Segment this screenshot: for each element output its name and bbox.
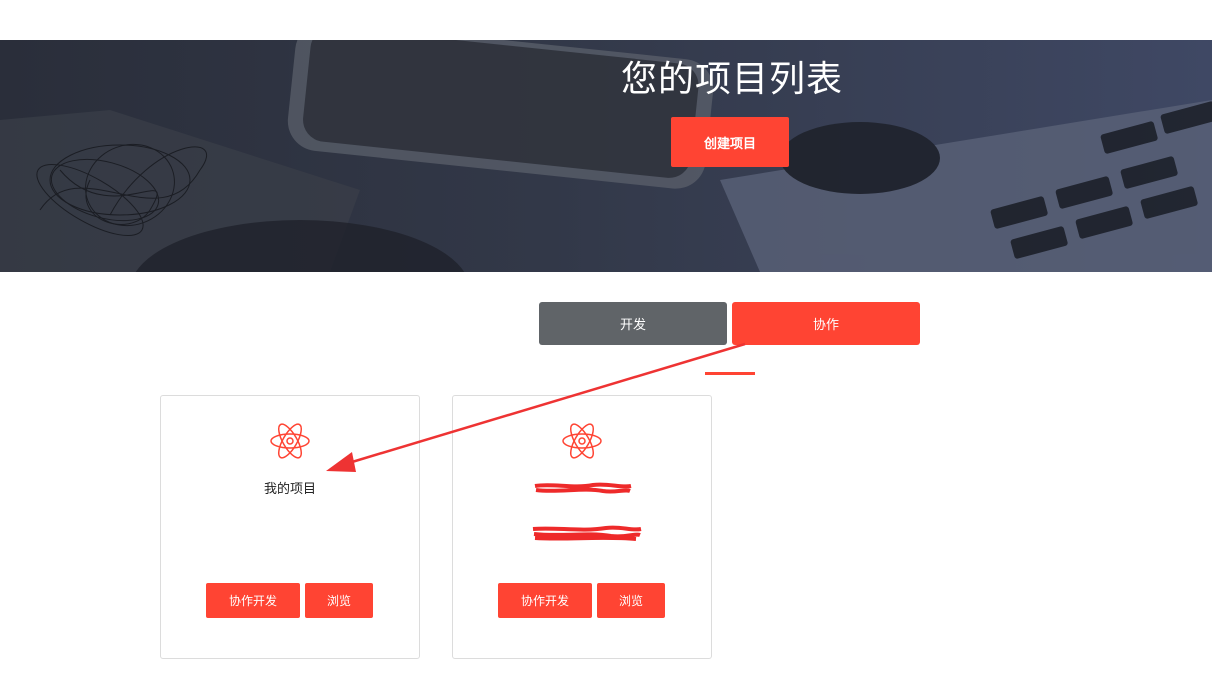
project-name: 我的项目 xyxy=(263,482,316,497)
page-title: 您的项目列表 xyxy=(621,59,844,100)
tab-collaborate[interactable]: 协作 xyxy=(732,302,920,345)
browse-button[interactable]: 浏览 xyxy=(305,583,373,618)
project-card: 我的项目 协作开发 浏览 xyxy=(160,395,420,659)
redacted-project-description xyxy=(532,525,642,541)
active-tab-indicator xyxy=(705,372,755,375)
hero-banner: 您的项目列表 创建项目 xyxy=(0,40,1212,272)
collaborate-develop-button[interactable]: 协作开发 xyxy=(498,583,592,618)
collaborate-develop-button[interactable]: 协作开发 xyxy=(206,583,300,618)
atom-icon xyxy=(270,423,310,459)
atom-icon xyxy=(562,423,602,459)
tab-develop[interactable]: 开发 xyxy=(539,302,727,345)
hero-background-image xyxy=(0,40,1212,272)
page: 您的项目列表 创建项目 开发 协作 我的项目 协作开发 浏览 协作开发 浏览 xyxy=(0,0,1212,698)
browse-button[interactable]: 浏览 xyxy=(597,583,665,618)
redacted-project-name xyxy=(534,482,632,494)
create-project-button[interactable]: 创建项目 xyxy=(671,117,789,167)
project-card: 协作开发 浏览 xyxy=(452,395,712,659)
